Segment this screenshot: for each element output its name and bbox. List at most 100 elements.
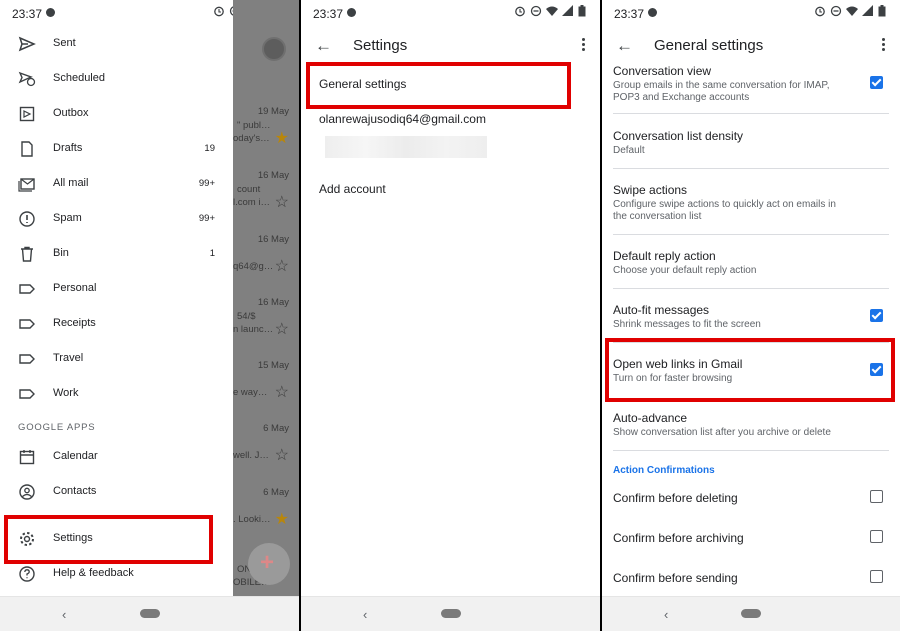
status-bar: 23:37 bbox=[301, 0, 600, 26]
list-item: 6 May . Looki… ★ bbox=[233, 487, 289, 528]
system-nav-bar: ‹ bbox=[602, 596, 900, 631]
section-header-google-apps: GOOGLE APPS bbox=[18, 422, 96, 433]
alarm-icon bbox=[814, 5, 826, 17]
status-time: 23:37 bbox=[313, 7, 344, 21]
nav-home-pill[interactable] bbox=[440, 609, 461, 618]
divider bbox=[613, 342, 889, 343]
drawer-item-outbox[interactable]: Outbox bbox=[0, 96, 233, 131]
system-nav-bar: ‹ bbox=[0, 596, 299, 631]
drawer-item-drafts[interactable]: Drafts 19 bbox=[0, 131, 233, 166]
calendar-icon bbox=[18, 448, 36, 466]
blurred-account bbox=[325, 136, 487, 158]
nav-home-pill[interactable] bbox=[741, 609, 761, 618]
more-vert-icon[interactable] bbox=[582, 38, 586, 54]
checkbox-confirm-archiving[interactable] bbox=[870, 530, 883, 543]
dnd-icon bbox=[530, 5, 542, 17]
setting-confirm-archiving[interactable]: Confirm before archiving bbox=[613, 531, 889, 545]
help-icon bbox=[18, 565, 36, 583]
status-bar: 23:37 bbox=[602, 0, 900, 26]
contacts-icon bbox=[18, 483, 36, 501]
divider bbox=[613, 288, 889, 289]
add-account-item[interactable]: Add account bbox=[319, 182, 386, 196]
general-settings-screen: 23:37 ← General settings Conversation vi… bbox=[602, 0, 900, 631]
notification-icon bbox=[648, 8, 657, 17]
battery-icon bbox=[878, 5, 890, 17]
drawer-item-scheduled[interactable]: Scheduled bbox=[0, 61, 233, 96]
drawer-item-spam[interactable]: Spam 99+ bbox=[0, 201, 233, 236]
dnd-icon bbox=[830, 5, 842, 17]
page-title: Settings bbox=[353, 37, 408, 54]
alarm-icon bbox=[213, 5, 225, 17]
star-filled-icon: ★ bbox=[274, 511, 289, 528]
checkbox-confirm-sending[interactable] bbox=[870, 570, 883, 583]
label-icon bbox=[18, 385, 36, 403]
drawer-item-settings[interactable]: Settings bbox=[0, 521, 233, 556]
drawer-item-sent[interactable]: Sent bbox=[0, 26, 233, 61]
page-title: General settings bbox=[654, 37, 764, 54]
setting-auto-fit[interactable]: Auto-fit messages Shrink messages to fit… bbox=[613, 303, 889, 331]
drawer-item-contacts[interactable]: Contacts bbox=[0, 474, 233, 509]
app-bar: ← General settings bbox=[602, 26, 900, 66]
star-outline-icon: ☆ bbox=[274, 194, 289, 211]
list-item: 19 May " publ… oday's… ★ bbox=[233, 106, 289, 147]
drawer-item-bin[interactable]: Bin 1 bbox=[0, 236, 233, 271]
setting-confirm-sending[interactable]: Confirm before sending bbox=[613, 571, 889, 585]
drawer-item-all-mail[interactable]: All mail 99+ bbox=[0, 166, 233, 201]
list-item: 16 May 54/$ n launc… ☆ bbox=[233, 297, 289, 338]
navigation-drawer-screen: 23:37 19 May " publ… oday's… ★ 16 May co… bbox=[0, 0, 299, 631]
drawer-item-receipts[interactable]: Receipts bbox=[0, 306, 233, 341]
status-time: 23:37 bbox=[614, 7, 645, 21]
setting-list-density[interactable]: Conversation list density Default bbox=[613, 129, 889, 157]
nav-back-icon[interactable]: ‹ bbox=[363, 607, 367, 622]
list-item: 6 May well. J… ☆ bbox=[233, 423, 289, 464]
notification-icon bbox=[46, 8, 55, 17]
setting-auto-advance[interactable]: Auto-advance Show conversation list afte… bbox=[613, 411, 889, 439]
status-icons bbox=[514, 5, 590, 17]
gear-icon bbox=[18, 530, 36, 548]
compose-button[interactable]: + bbox=[248, 543, 290, 585]
avatar[interactable] bbox=[262, 37, 286, 61]
checkbox-conversation-view[interactable] bbox=[870, 76, 883, 89]
list-item: 16 May count l.com i… ☆ bbox=[233, 170, 289, 211]
star-outline-icon: ☆ bbox=[274, 258, 289, 275]
nav-home-pill[interactable] bbox=[139, 609, 160, 618]
star-outline-icon: ☆ bbox=[274, 447, 289, 464]
drawer-item-work[interactable]: Work bbox=[0, 376, 233, 411]
nav-back-icon[interactable]: ‹ bbox=[664, 607, 668, 622]
divider bbox=[613, 450, 889, 451]
account-item[interactable]: olanrewajusodiq64@gmail.com bbox=[319, 112, 486, 126]
drawer-item-help[interactable]: Help & feedback bbox=[0, 556, 233, 591]
settings-screen: 23:37 ← Settings General settings olanre… bbox=[301, 0, 600, 631]
status-time: 23:37 bbox=[12, 7, 43, 21]
drawer-item-travel[interactable]: Travel bbox=[0, 341, 233, 376]
drawer-item-personal[interactable]: Personal bbox=[0, 271, 233, 306]
checkbox-auto-fit[interactable] bbox=[870, 309, 883, 322]
nav-back-icon[interactable]: ‹ bbox=[62, 607, 66, 622]
wifi-icon bbox=[846, 5, 858, 17]
back-arrow-icon[interactable]: ← bbox=[315, 36, 332, 56]
setting-default-reply[interactable]: Default reply action Choose your default… bbox=[613, 249, 889, 277]
divider bbox=[613, 168, 889, 169]
star-filled-icon: ★ bbox=[274, 130, 289, 147]
more-vert-icon[interactable] bbox=[882, 38, 886, 54]
outbox-icon bbox=[18, 105, 36, 123]
schedule-icon bbox=[18, 70, 36, 88]
setting-confirm-deleting[interactable]: Confirm before deleting bbox=[613, 491, 889, 505]
divider bbox=[613, 234, 889, 235]
all-mail-icon bbox=[18, 175, 36, 193]
drawer-item-calendar[interactable]: Calendar bbox=[0, 439, 233, 474]
setting-open-web-links[interactable]: Open web links in Gmail Turn on for fast… bbox=[613, 357, 889, 385]
spam-icon bbox=[18, 210, 36, 228]
label-icon bbox=[18, 315, 36, 333]
wifi-icon bbox=[546, 5, 558, 17]
list-item: 15 May e way… ☆ bbox=[233, 360, 289, 401]
setting-conversation-view[interactable]: Conversation view Group emails in the sa… bbox=[613, 64, 889, 104]
checkbox-confirm-deleting[interactable] bbox=[870, 490, 883, 503]
star-outline-icon: ☆ bbox=[274, 321, 289, 338]
bin-icon bbox=[18, 245, 36, 263]
general-settings-item[interactable]: General settings bbox=[319, 77, 406, 91]
setting-swipe-actions[interactable]: Swipe actions Configure swipe actions to… bbox=[613, 183, 889, 223]
checkbox-open-web-links[interactable] bbox=[870, 363, 883, 376]
section-header-action-confirmations: Action Confirmations bbox=[613, 465, 715, 476]
back-arrow-icon[interactable]: ← bbox=[616, 36, 633, 56]
